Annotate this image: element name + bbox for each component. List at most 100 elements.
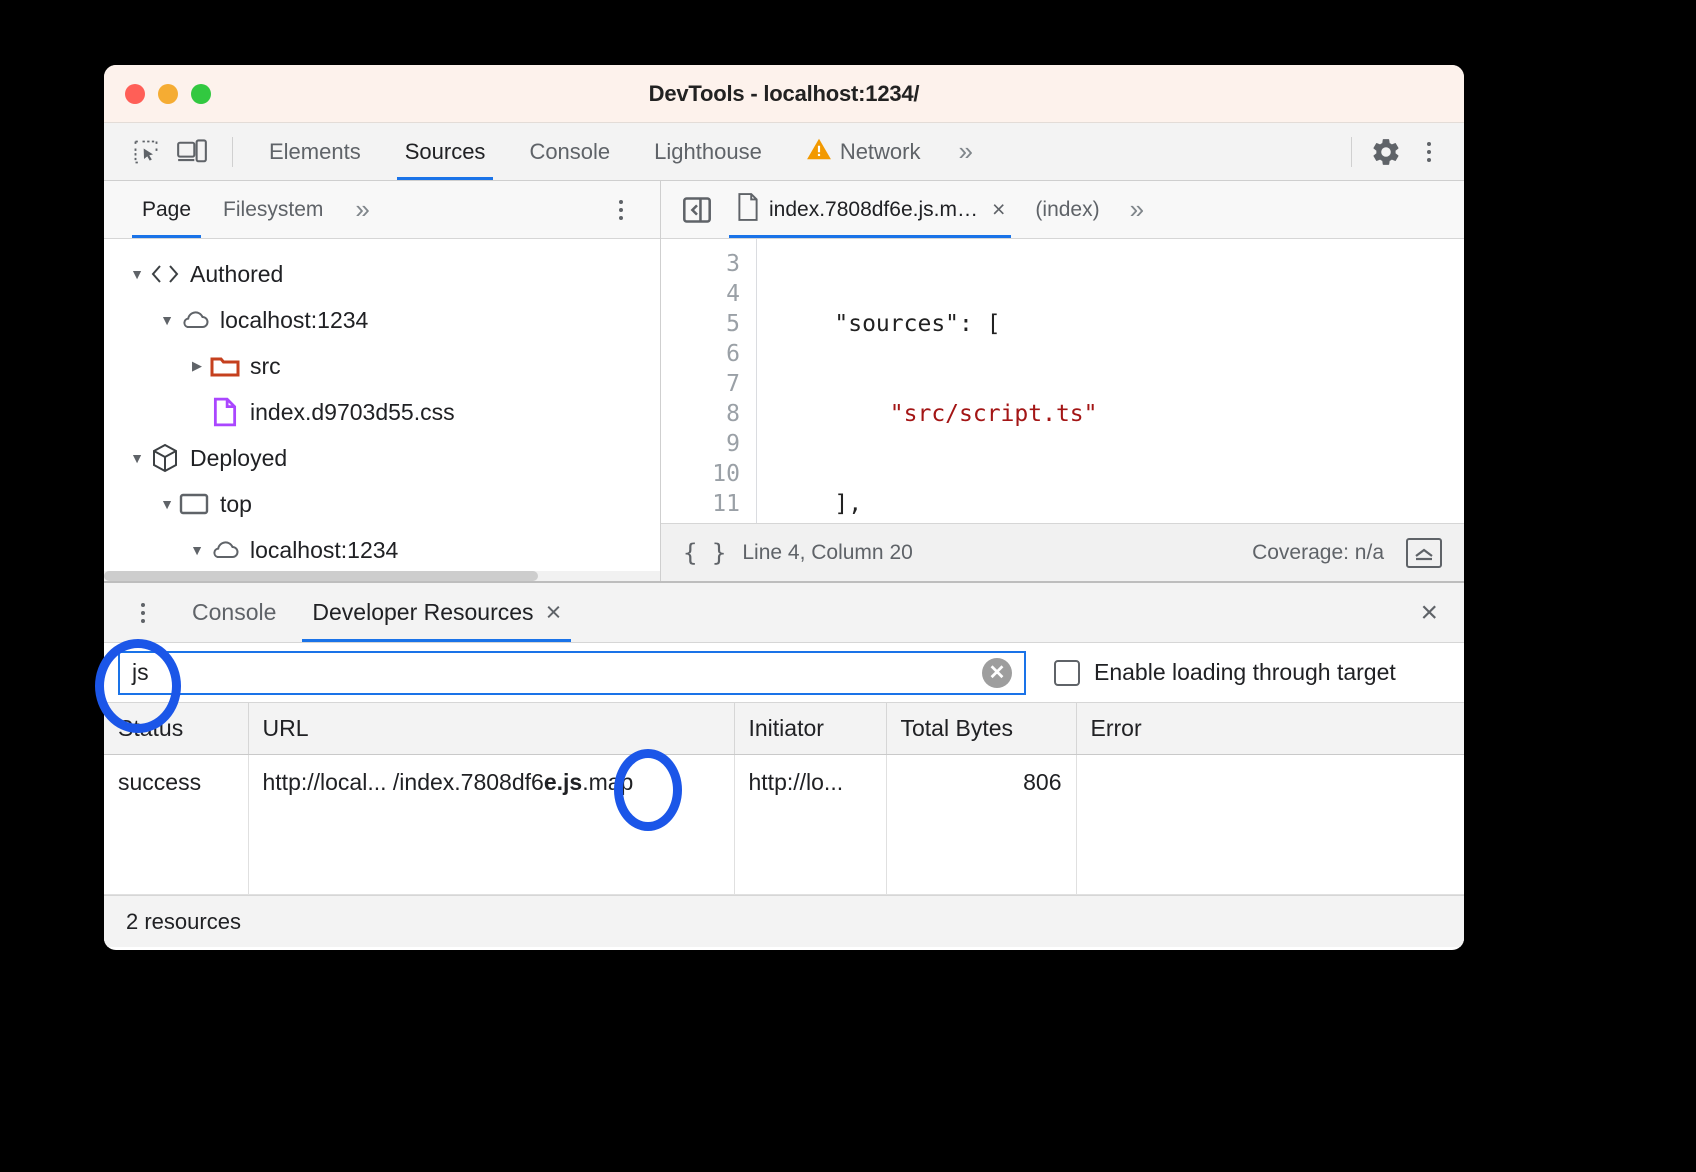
search-input[interactable]: js ✕	[118, 651, 1026, 695]
warning-triangle-icon	[806, 137, 832, 167]
cell-total-bytes: 806	[886, 755, 1076, 895]
line-number: 3	[661, 249, 740, 279]
tree-item-label: index.d9703d55.css	[250, 399, 455, 426]
navigator-tabbar: Page Filesystem »	[104, 181, 660, 239]
column-header-initiator[interactable]: Initiator	[734, 703, 886, 755]
tree-item-top[interactable]: ▼ top	[104, 481, 660, 527]
zoom-window-button[interactable]	[191, 84, 211, 104]
drawer-menu-icon[interactable]	[126, 594, 160, 632]
twisty-down-icon[interactable]: ▼	[156, 496, 178, 512]
line-number: 8	[661, 399, 740, 429]
tab-console[interactable]: Console	[507, 123, 632, 180]
editor-tab-index[interactable]: (index)	[1019, 181, 1113, 238]
tree-item-src[interactable]: ▶ src	[104, 343, 660, 389]
screenshot-root: DevTools - localhost:1234/ Elements Sour…	[0, 0, 1696, 1172]
editor-tab-label: index.7808df6e.js.m…	[769, 198, 978, 222]
cell-initiator: http://lo...	[734, 755, 886, 895]
kebab-menu-icon[interactable]	[1412, 133, 1446, 171]
editor-more-tabs-button[interactable]: »	[1114, 194, 1157, 225]
popout-icon[interactable]	[1406, 538, 1442, 568]
tree-item-deployed[interactable]: ▼ Deployed	[104, 435, 660, 481]
navigator-menu-icon[interactable]	[604, 191, 638, 229]
twisty-right-icon[interactable]: ▶	[186, 358, 208, 374]
sources-split: Page Filesystem » ▼ Authored ▼	[104, 181, 1464, 581]
cloud-icon	[208, 539, 242, 561]
cloud-icon	[178, 309, 212, 331]
device-toolbar-icon[interactable]	[172, 133, 212, 171]
close-window-button[interactable]	[125, 84, 145, 104]
navigator-horizontal-scrollbar[interactable]	[104, 571, 660, 581]
navigator-tab-page[interactable]: Page	[126, 181, 207, 238]
resources-filter-bar: js ✕ Enable loading through target	[104, 643, 1464, 703]
tab-sources-label: Sources	[405, 139, 486, 165]
tree-item-label: top	[220, 491, 252, 518]
line-number: 4	[661, 279, 740, 309]
twisty-down-icon[interactable]: ▼	[126, 450, 148, 466]
tab-elements[interactable]: Elements	[247, 123, 383, 180]
file-icon	[737, 193, 759, 227]
tree-item-localhost-authored[interactable]: ▼ localhost:1234	[104, 297, 660, 343]
minimize-window-button[interactable]	[158, 84, 178, 104]
search-input-value: js	[132, 659, 982, 686]
drawer-tab-developer-resources[interactable]: Developer Resources ×	[294, 583, 579, 642]
traffic-lights	[104, 84, 211, 104]
editor-tab-sourcemap[interactable]: index.7808df6e.js.m… ×	[721, 181, 1019, 238]
column-header-status[interactable]: Status	[104, 703, 248, 755]
tab-network[interactable]: Network	[784, 123, 943, 180]
coverage-status: Coverage: n/a	[1252, 541, 1384, 565]
drawer-tab-console[interactable]: Console	[174, 583, 294, 642]
tab-lighthouse[interactable]: Lighthouse	[632, 123, 784, 180]
toolbar-divider	[232, 137, 233, 167]
column-header-error[interactable]: Error	[1076, 703, 1464, 755]
developer-resources-table: Status URL Initiator Total Bytes Error s…	[104, 703, 1464, 895]
code-line: "sources": [	[779, 309, 1464, 339]
tree-item-authored[interactable]: ▼ Authored	[104, 251, 660, 297]
file-css-icon	[208, 397, 242, 427]
tree-item-localhost-deployed[interactable]: ▼ localhost:1234	[104, 527, 660, 573]
tab-sources[interactable]: Sources	[383, 123, 508, 180]
navigator-more-button[interactable]: »	[339, 194, 382, 225]
close-drawer-tab-icon[interactable]: ×	[546, 597, 562, 628]
checkbox-box[interactable]	[1054, 660, 1080, 686]
navigator-tab-filesystem-label: Filesystem	[223, 198, 323, 222]
more-panels-button[interactable]: »	[943, 136, 986, 167]
column-header-total-bytes[interactable]: Total Bytes	[886, 703, 1076, 755]
tree-item-label: Authored	[190, 261, 283, 288]
cell-url: http://local... /index.7808df6e.js.map	[248, 755, 734, 895]
code-editor[interactable]: 3 4 5 6 7 8 9 10 11 "sources": [ "src/sc…	[661, 239, 1464, 523]
line-number: 9	[661, 429, 740, 459]
line-number: 10	[661, 459, 740, 489]
tree-item-index-css[interactable]: index.d9703d55.css	[104, 389, 660, 435]
gear-icon[interactable]	[1366, 133, 1406, 171]
close-drawer-icon[interactable]: ×	[1420, 596, 1438, 630]
navigator-tab-filesystem[interactable]: Filesystem	[207, 181, 339, 238]
tree-item-label: src	[250, 353, 281, 380]
collapse-sidebar-icon[interactable]	[673, 195, 721, 225]
twisty-down-icon[interactable]: ▼	[186, 542, 208, 558]
cube-icon	[148, 443, 182, 473]
navigator-pane: Page Filesystem » ▼ Authored ▼	[104, 181, 661, 581]
cell-error	[1076, 755, 1464, 895]
toolbar-divider-right	[1351, 137, 1352, 167]
inspect-element-icon[interactable]	[126, 133, 166, 171]
column-header-url[interactable]: URL	[248, 703, 734, 755]
editor-pane: index.7808df6e.js.m… × (index) » 3 4 5 6…	[661, 181, 1464, 581]
clear-input-icon[interactable]: ✕	[982, 658, 1012, 688]
table-header-row: Status URL Initiator Total Bytes Error	[104, 703, 1464, 755]
navigator-tab-page-label: Page	[142, 198, 191, 222]
url-suffix: .map	[582, 769, 633, 795]
twisty-down-icon[interactable]: ▼	[126, 266, 148, 282]
main-toolbar: Elements Sources Console Lighthouse Netw…	[104, 123, 1464, 181]
folder-icon	[208, 354, 242, 378]
twisty-down-icon[interactable]: ▼	[156, 312, 178, 328]
enable-loading-through-target-checkbox[interactable]: Enable loading through target	[1054, 659, 1396, 686]
file-tree: ▼ Authored ▼ localhost:1234 ▶	[104, 239, 660, 581]
panel-tabs: Elements Sources Console Lighthouse Netw…	[247, 123, 986, 180]
table-row[interactable]: success http://local... /index.7808df6e.…	[104, 755, 1464, 895]
drawer-tab-label: Console	[192, 599, 276, 626]
code-content[interactable]: "sources": [ "src/script.ts" ], "sources…	[757, 239, 1464, 523]
line-number: 5	[661, 309, 740, 339]
code-line: ],	[779, 489, 1464, 519]
pretty-print-icon[interactable]: { }	[683, 539, 726, 567]
close-tab-icon[interactable]: ×	[992, 196, 1005, 223]
